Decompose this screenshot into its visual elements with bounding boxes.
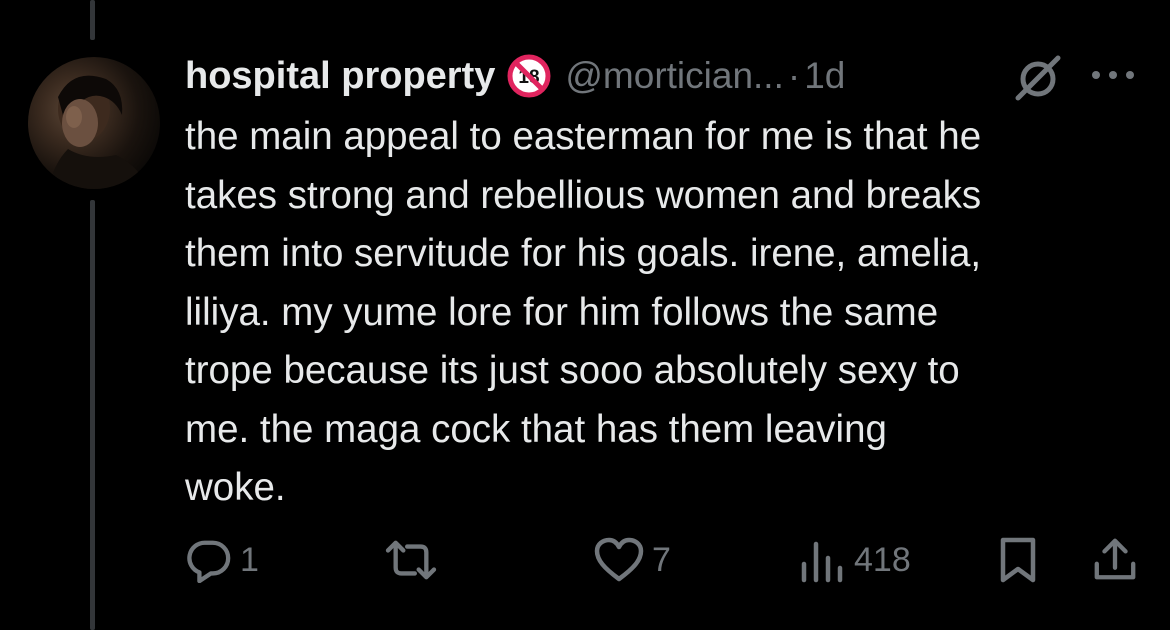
display-name[interactable]: hospital property xyxy=(185,55,495,98)
more-icon[interactable] xyxy=(1088,64,1138,86)
thread-line-top xyxy=(90,0,95,40)
grok-icon[interactable] xyxy=(1012,54,1064,102)
timestamp[interactable]: 1d xyxy=(804,55,845,97)
views-icon xyxy=(798,536,846,584)
tweet-text-line: takes strong and rebellious women and br… xyxy=(185,173,982,217)
handle[interactable]: @mortician... xyxy=(565,55,784,97)
like-button[interactable]: 7 xyxy=(594,532,671,588)
bookmark-button[interactable] xyxy=(998,532,1038,588)
tweet-text-line: the main appeal to easterman for me is t… xyxy=(185,115,982,158)
tweet-text: the main appeal to easterman for me is t… xyxy=(185,108,1145,518)
tweet-text-line: them into servitude for his goals. irene… xyxy=(185,232,982,275)
repost-icon xyxy=(384,537,438,583)
no-under-18-icon: 18 xyxy=(507,54,551,98)
action-bar: 1 7 418 xyxy=(0,532,1170,588)
bookmark-icon xyxy=(998,536,1038,584)
tweet-text-line: liliya. my yume lore for him follows the… xyxy=(185,290,939,334)
avatar-image xyxy=(48,75,148,189)
avatar[interactable] xyxy=(28,57,160,189)
heart-icon xyxy=(594,537,644,583)
tweet-text-line: trope because its just sooo absolutely s… xyxy=(185,349,960,392)
reply-icon xyxy=(186,537,232,583)
views-button[interactable]: 418 xyxy=(798,532,911,588)
views-count: 418 xyxy=(854,540,911,579)
reply-button[interactable]: 1 xyxy=(186,532,259,588)
repost-button[interactable] xyxy=(384,532,446,588)
tweet-text-line: me. the maga cock that has them leaving xyxy=(185,407,887,451)
separator-dot: · xyxy=(787,55,801,96)
tweet-text-line: woke. xyxy=(185,466,286,509)
share-icon xyxy=(1092,537,1138,583)
share-button[interactable] xyxy=(1092,532,1138,588)
tweet-header: hospital property 18 @mortician... · 1d xyxy=(185,52,845,100)
reply-count: 1 xyxy=(240,540,259,579)
like-count: 7 xyxy=(652,540,671,579)
